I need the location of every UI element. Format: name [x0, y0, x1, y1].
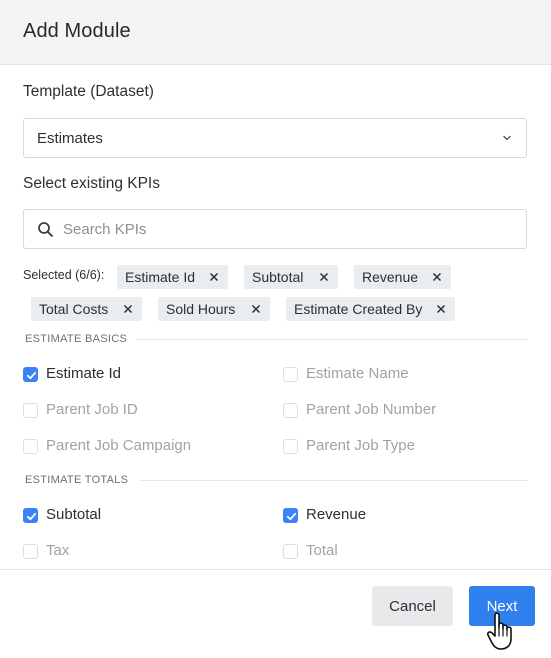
- section-title: ESTIMATE BASICS: [25, 333, 128, 345]
- kpi-checkbox[interactable]: Parent Job ID: [23, 401, 263, 421]
- checkbox-label: Revenue: [306, 506, 367, 523]
- checkbox-label: Estimate Id: [46, 365, 122, 382]
- checkbox-unchecked: [23, 403, 38, 418]
- dialog-header: Add Module: [0, 0, 551, 65]
- dialog-title: Add Module: [23, 20, 131, 42]
- chip-label: Total Costs: [39, 301, 109, 317]
- kpi-chip: Subtotal: [244, 265, 338, 289]
- kpi-search-box: [23, 209, 527, 249]
- checkbox-label: Estimate Name: [306, 365, 409, 382]
- checkmark-icon: [26, 371, 37, 380]
- checkbox-unchecked: [283, 439, 298, 454]
- kpi-chip: Sold Hours: [158, 297, 270, 321]
- checkbox-unchecked: [283, 367, 298, 382]
- chip-label: Estimate Id: [125, 269, 196, 285]
- checkmark-icon: [26, 512, 37, 521]
- kpi-checkbox[interactable]: Tax: [23, 542, 263, 562]
- remove-icon[interactable]: [251, 304, 261, 314]
- checkbox-unchecked: [23, 544, 38, 559]
- kpi-checkbox[interactable]: Parent Job Number: [283, 401, 523, 421]
- remove-icon[interactable]: [209, 272, 219, 282]
- checkbox-label: Tax: [46, 542, 70, 559]
- chip-label: Revenue: [362, 269, 419, 285]
- checkbox-label: Parent Job Campaign: [46, 437, 192, 454]
- hand-pointer-icon: [486, 612, 512, 650]
- section-divider: [137, 339, 527, 340]
- template-select[interactable]: Estimates: [23, 118, 527, 158]
- chip-label: Estimate Created By: [294, 301, 423, 317]
- checkmark-icon: [286, 512, 297, 521]
- chevron-down-icon: [503, 135, 511, 141]
- kpi-checkbox[interactable]: Total: [283, 542, 523, 562]
- checkbox-label: Parent Job Type: [306, 437, 415, 454]
- selected-count-label: Selected (6/6):: [23, 268, 105, 282]
- cancel-button[interactable]: Cancel: [372, 586, 453, 626]
- remove-icon[interactable]: [432, 272, 442, 282]
- kpi-checkbox[interactable]: Revenue: [283, 506, 523, 526]
- remove-icon[interactable]: [436, 304, 446, 314]
- checkbox-unchecked: [283, 403, 298, 418]
- template-label: Template (Dataset): [23, 83, 154, 100]
- template-select-value: Estimates: [37, 130, 103, 147]
- checkbox-unchecked: [283, 544, 298, 559]
- kpis-label: Select existing KPIs: [23, 175, 160, 192]
- kpi-chip: Total Costs: [31, 297, 142, 321]
- section-title: ESTIMATE TOTALS: [25, 474, 129, 486]
- kpi-chip: Revenue: [354, 265, 451, 289]
- kpi-checkbox[interactable]: Parent Job Type: [283, 437, 523, 457]
- chip-label: Sold Hours: [166, 301, 236, 317]
- section-divider: [140, 480, 527, 481]
- checkbox-checked: [23, 508, 38, 523]
- checkbox-checked: [283, 508, 298, 523]
- kpi-chip: Estimate Created By: [286, 297, 455, 321]
- search-icon: [38, 222, 53, 237]
- checkbox-unchecked: [23, 439, 38, 454]
- chip-label: Subtotal: [252, 269, 304, 285]
- kpi-checkbox[interactable]: Subtotal: [23, 506, 263, 526]
- checkbox-label: Parent Job ID: [46, 401, 138, 418]
- footer-divider: [0, 569, 551, 570]
- kpi-checkbox[interactable]: Estimate Name: [283, 365, 523, 385]
- kpi-chip: Estimate Id: [117, 265, 228, 289]
- checkbox-label: Subtotal: [46, 506, 102, 523]
- checkbox-label: Total: [306, 542, 338, 559]
- kpi-checkbox[interactable]: Parent Job Campaign: [23, 437, 263, 457]
- remove-icon[interactable]: [319, 272, 329, 282]
- checkbox-checked: [23, 367, 38, 382]
- kpi-checkbox[interactable]: Estimate Id: [23, 365, 263, 385]
- checkbox-label: Parent Job Number: [306, 401, 437, 418]
- kpi-search-input[interactable]: [63, 211, 513, 247]
- remove-icon[interactable]: [123, 304, 133, 314]
